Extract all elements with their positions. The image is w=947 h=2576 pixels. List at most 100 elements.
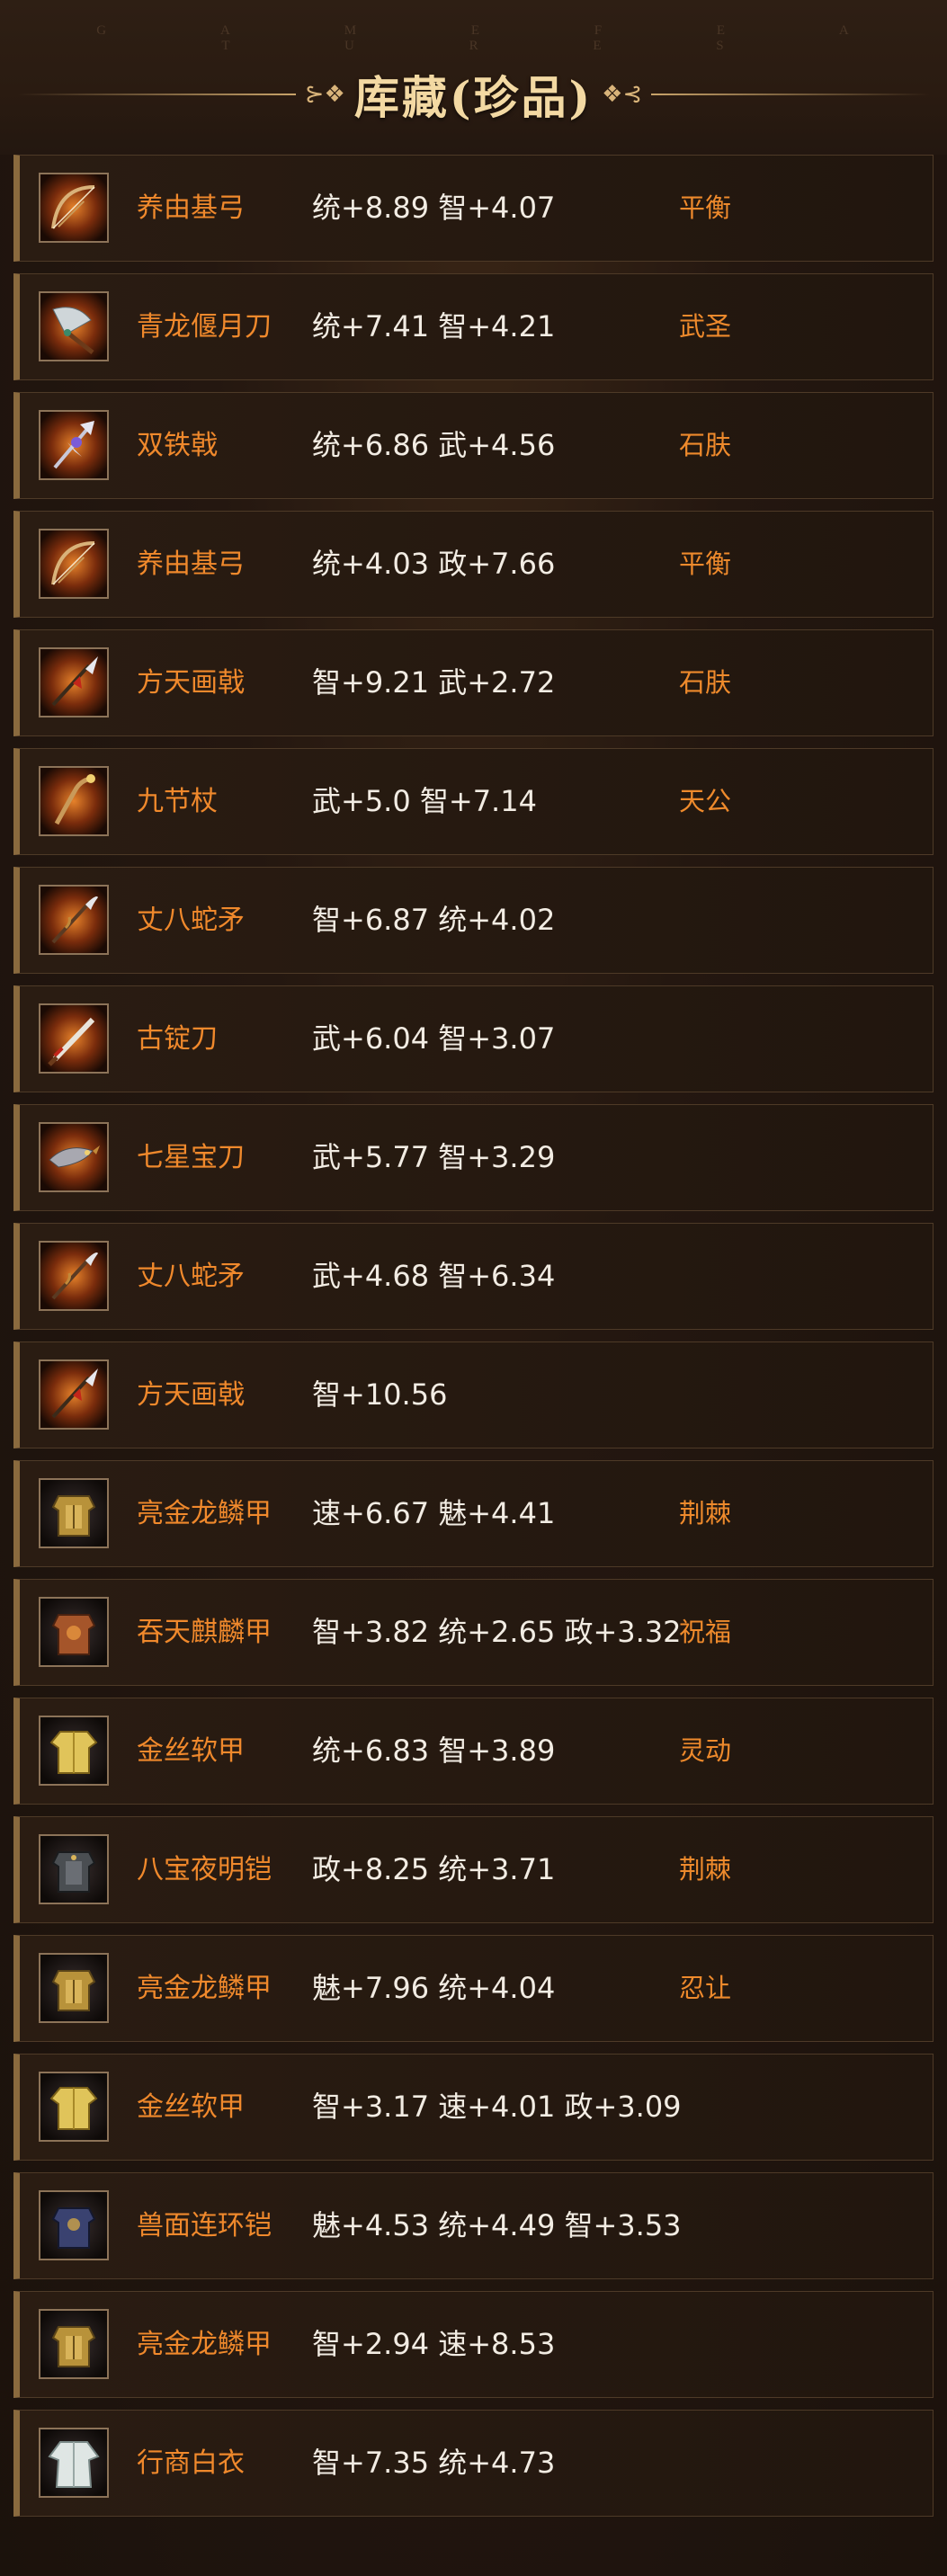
- item-trait: 武圣: [679, 311, 732, 342]
- robe-icon: [39, 1716, 109, 1786]
- item-trait: 忍让: [679, 1973, 732, 2003]
- white-robe-icon: [39, 2428, 109, 2498]
- item-name: 青龙偃月刀: [137, 311, 272, 343]
- item-stats: 统+7.41 智+4.21: [312, 309, 556, 343]
- bronze-armor-icon: [39, 1597, 109, 1667]
- ornament-right-icon: ❖⊰: [602, 81, 643, 108]
- item-stats: 魅+4.53 统+4.49 智+3.53: [312, 2208, 682, 2242]
- item-stats: 武+5.0 智+7.14: [312, 784, 537, 818]
- spear-icon: [39, 647, 109, 718]
- item-trait: 石肤: [679, 667, 732, 698]
- item-stats: 速+6.67 魅+4.41: [312, 1496, 556, 1530]
- item-name: 丈八蛇矛: [137, 905, 245, 936]
- item-trait: 祝福: [679, 1617, 732, 1647]
- item-stats: 智+3.17 速+4.01 政+3.09: [312, 2090, 682, 2124]
- item-trait: 荆棘: [679, 1854, 732, 1885]
- halberd-icon: [39, 410, 109, 480]
- item-name: 兽面连环铠: [137, 2210, 272, 2242]
- item-name: 九节杖: [137, 786, 218, 817]
- list-item[interactable]: 亮金龙鳞甲 速+6.67 魅+4.41 荆棘: [13, 1460, 934, 1567]
- title-line-right: [651, 94, 931, 95]
- item-name: 金丝软甲: [137, 2091, 245, 2123]
- robe-icon: [39, 2072, 109, 2142]
- title-line-left: [16, 94, 296, 95]
- item-name: 丈八蛇矛: [137, 1261, 245, 1292]
- item-name: 方天画戟: [137, 1379, 245, 1411]
- item-name: 七星宝刀: [137, 1142, 245, 1173]
- item-stats: 武+6.04 智+3.07: [312, 1021, 556, 1056]
- item-stats: 武+4.68 智+6.34: [312, 1259, 556, 1293]
- list-item[interactable]: 兽面连环铠 魅+4.53 统+4.49 智+3.53: [13, 2172, 934, 2279]
- item-stats: 统+6.86 武+4.56: [312, 428, 556, 462]
- list-item[interactable]: 七星宝刀 武+5.77 智+3.29: [13, 1104, 934, 1211]
- page-title: 库藏(珍品): [353, 71, 594, 124]
- item-name: 金丝软甲: [137, 1735, 245, 1767]
- list-item[interactable]: 九节杖 武+5.0 智+7.14 天公: [13, 748, 934, 855]
- item-stats: 武+5.77 智+3.29: [312, 1140, 556, 1174]
- item-trait: 灵动: [679, 1735, 732, 1766]
- header-watermark: G A M E F E A T U R E S: [96, 23, 905, 53]
- list-item[interactable]: 八宝夜明铠 政+8.25 统+3.71 荆棘: [13, 1816, 934, 1923]
- gold-armor-icon: [39, 2309, 109, 2379]
- item-name: 吞天麒麟甲: [137, 1617, 272, 1648]
- snake-spear-icon: [39, 885, 109, 955]
- beast-armor-icon: [39, 2190, 109, 2260]
- item-trait: 平衡: [679, 192, 732, 223]
- item-name: 亮金龙鳞甲: [137, 1498, 272, 1529]
- list-item[interactable]: 青龙偃月刀 统+7.41 智+4.21 武圣: [13, 273, 934, 380]
- item-stats: 智+6.87 统+4.02: [312, 903, 556, 937]
- item-name: 养由基弓: [137, 192, 245, 224]
- list-item[interactable]: 古锭刀 武+6.04 智+3.07: [13, 985, 934, 1092]
- dark-armor-icon: [39, 1834, 109, 1904]
- gold-armor-icon: [39, 1953, 109, 2023]
- item-stats: 智+3.82 统+2.65 政+3.32: [312, 1615, 682, 1649]
- item-name: 亮金龙鳞甲: [137, 2329, 272, 2360]
- list-item[interactable]: 丈八蛇矛 智+6.87 统+4.02: [13, 867, 934, 974]
- title-bar: ⊱❖ 库藏(珍品) ❖⊰: [0, 61, 947, 128]
- list-item[interactable]: 亮金龙鳞甲 智+2.94 速+8.53: [13, 2291, 934, 2398]
- spear-icon: [39, 1359, 109, 1430]
- list-item[interactable]: 金丝软甲 统+6.83 智+3.89 灵动: [13, 1698, 934, 1805]
- item-stats: 统+6.83 智+3.89: [312, 1734, 556, 1768]
- gold-armor-icon: [39, 1478, 109, 1548]
- treasure-list: 养由基弓 统+8.89 智+4.07 平衡 青龙偃月刀 统+7.41 智+4.21 武圣双…: [13, 155, 934, 2528]
- list-item[interactable]: 吞天麒麟甲 智+3.82 统+2.65 政+3.32 祝福: [13, 1579, 934, 1686]
- item-name: 养由基弓: [137, 548, 245, 580]
- item-stats: 智+10.56: [312, 1377, 448, 1412]
- list-item[interactable]: 金丝软甲 智+3.17 速+4.01 政+3.09: [13, 2054, 934, 2161]
- list-item[interactable]: 亮金龙鳞甲 魅+7.96 统+4.04 忍让: [13, 1935, 934, 2042]
- list-item[interactable]: 丈八蛇矛 武+4.68 智+6.34: [13, 1223, 934, 1330]
- page-header: G A M E F E A T U R E S ⊱❖ 库藏(珍品) ❖⊰: [0, 0, 947, 155]
- sword-icon: [39, 1003, 109, 1074]
- item-trait: 石肤: [679, 430, 732, 460]
- item-stats: 政+8.25 统+3.71: [312, 1852, 556, 1886]
- list-item[interactable]: 行商白衣 智+7.35 统+4.73: [13, 2410, 934, 2517]
- ornament-left-icon: ⊱❖: [304, 81, 345, 108]
- item-name: 双铁戟: [137, 430, 218, 461]
- bow-icon: [39, 529, 109, 599]
- item-stats: 智+9.21 武+2.72: [312, 665, 556, 700]
- item-name: 行商白衣: [137, 2447, 245, 2479]
- list-item[interactable]: 方天画戟 智+10.56: [13, 1341, 934, 1448]
- item-name: 古锭刀: [137, 1023, 218, 1055]
- item-stats: 统+8.89 智+4.07: [312, 191, 556, 225]
- item-stats: 魅+7.96 统+4.04: [312, 1971, 556, 2005]
- list-item[interactable]: 养由基弓 统+4.03 政+7.66 平衡: [13, 511, 934, 618]
- item-name: 八宝夜明铠: [137, 1854, 272, 1885]
- list-item[interactable]: 养由基弓 统+8.89 智+4.07 平衡: [13, 155, 934, 262]
- dragon-blade-icon: [39, 1122, 109, 1192]
- item-stats: 智+2.94 速+8.53: [312, 2327, 556, 2361]
- item-stats: 智+7.35 统+4.73: [312, 2446, 556, 2480]
- item-stats: 统+4.03 政+7.66: [312, 547, 556, 581]
- blade-icon: [39, 291, 109, 361]
- item-trait: 荆棘: [679, 1498, 732, 1529]
- list-item[interactable]: 方天画戟 智+9.21 武+2.72 石肤: [13, 629, 934, 736]
- item-name: 方天画戟: [137, 667, 245, 699]
- item-trait: 平衡: [679, 548, 732, 579]
- bow-icon: [39, 173, 109, 243]
- list-item[interactable]: 双铁戟 统+6.86 武+4.56 石肤: [13, 392, 934, 499]
- staff-icon: [39, 766, 109, 836]
- item-trait: 天公: [679, 786, 732, 816]
- snake-spear-icon: [39, 1241, 109, 1311]
- item-name: 亮金龙鳞甲: [137, 1973, 272, 2004]
